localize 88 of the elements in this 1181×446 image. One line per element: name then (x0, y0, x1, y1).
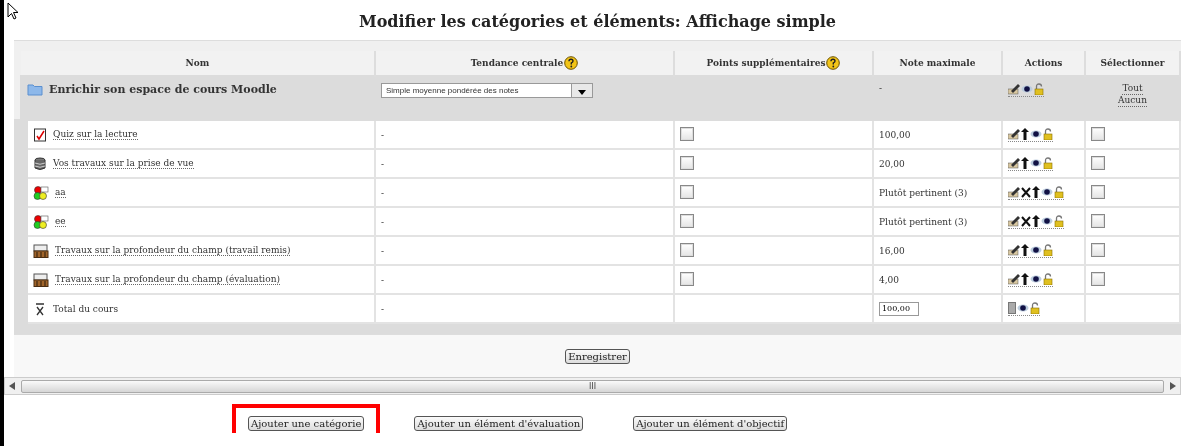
scrollbar-thumb[interactable]: III (21, 379, 1164, 393)
column-label: Actions (1024, 58, 1063, 68)
extra-credit-checkbox[interactable] (680, 126, 694, 141)
lock-icon[interactable] (1043, 243, 1053, 256)
page-title: Modifier les catégories et éléments: Affichage simple (357, 11, 838, 33)
extra-credit-checkbox[interactable] (680, 184, 694, 199)
aggregation-text: - (381, 129, 385, 140)
extra-credit-checkbox[interactable] (680, 155, 694, 170)
total-name: Total du cours (53, 303, 119, 314)
mean-symbol-icon (33, 301, 47, 316)
folder-icon (27, 83, 43, 96)
edit-icon[interactable] (1008, 243, 1020, 256)
move-icon[interactable] (1032, 185, 1040, 198)
column-label: Points supplémentaires (706, 58, 826, 68)
add-button[interactable]: Ajouter un élément d'évaluation (414, 416, 584, 431)
calculator-icon[interactable] (1008, 301, 1016, 314)
scroll-left-icon[interactable] (9, 382, 15, 390)
max-grade: 20,00 (879, 158, 905, 169)
select-checkbox[interactable] (1091, 126, 1105, 141)
traffic-circles-icon (33, 214, 49, 229)
help-icon[interactable] (826, 56, 841, 70)
select-checkbox[interactable] (1091, 184, 1105, 199)
column-label: Note maximale (899, 58, 976, 68)
edit-icon[interactable] (1008, 214, 1020, 227)
add-button[interactable]: Ajouter un élément d'objectif (633, 416, 788, 431)
edit-icon[interactable] (1008, 83, 1020, 95)
grade-item-link[interactable]: aa (55, 187, 66, 198)
max-grade-field[interactable]: 100,00 (879, 301, 919, 316)
lock-icon[interactable] (1030, 301, 1040, 314)
aggregation-text: - (381, 216, 385, 227)
checked-document-icon (33, 127, 47, 142)
column-label: Nom (185, 58, 210, 68)
delete-icon[interactable] (1021, 185, 1031, 198)
delete-icon[interactable] (1021, 214, 1031, 227)
thumb-grip: III (588, 381, 597, 391)
column-label: Sélectionner (1100, 58, 1165, 68)
extra-credit-checkbox[interactable] (680, 242, 694, 257)
database-icon (33, 156, 47, 171)
dropdown-arrow-icon (578, 90, 586, 95)
max-grade: 100,00 (879, 129, 911, 140)
extra-credit-checkbox[interactable] (680, 213, 694, 228)
aggregation-dropdown[interactable]: Simple moyenne pondérée des notes (381, 83, 593, 98)
edit-icon[interactable] (1008, 127, 1020, 140)
assignment-icon (33, 243, 49, 258)
lock-icon[interactable] (1043, 156, 1053, 169)
aggregation-text: - (381, 303, 385, 314)
save-button[interactable]: Enregistrer (565, 348, 630, 364)
help-icon[interactable] (564, 56, 579, 70)
move-icon[interactable] (1021, 127, 1029, 140)
select-checkbox[interactable] (1091, 271, 1105, 286)
eye-icon[interactable] (1021, 83, 1033, 95)
edit-icon[interactable] (1008, 156, 1020, 169)
aggregation-text: - (381, 158, 385, 169)
move-icon[interactable] (1032, 214, 1040, 227)
select-none-link[interactable]: Aucun (1118, 95, 1147, 107)
max-grade: Plutôt pertinent (3) (879, 216, 968, 227)
horizontal-scrollbar[interactable]: III (4, 377, 1181, 395)
aggregation-text: - (381, 187, 385, 198)
max-grade: - (879, 83, 883, 93)
lock-icon[interactable] (1043, 127, 1053, 140)
grade-item-link[interactable]: Vos travaux sur la prise de vue (53, 158, 194, 169)
assignment-icon (33, 272, 49, 287)
lock-icon[interactable] (1054, 214, 1064, 227)
extra-credit-checkbox[interactable] (680, 271, 694, 286)
edit-icon[interactable] (1008, 185, 1020, 198)
add-button[interactable]: Ajouter une catégorie (247, 416, 365, 431)
max-grade: 16,00 (879, 245, 905, 256)
aggregation-text: - (381, 274, 385, 285)
select-all-link[interactable]: Tout (1122, 83, 1143, 95)
lock-icon[interactable] (1043, 272, 1053, 285)
move-icon[interactable] (1021, 156, 1029, 169)
max-grade: Plutôt pertinent (3) (879, 187, 968, 198)
move-icon[interactable] (1021, 272, 1029, 285)
move-icon[interactable] (1021, 243, 1029, 256)
column-label: Tendance centrale (470, 58, 564, 68)
max-grade: 4,00 (879, 274, 900, 285)
grade-item-link[interactable]: ee (55, 216, 66, 227)
mouse-cursor-icon (7, 2, 19, 20)
scroll-right-icon[interactable] (1170, 382, 1176, 390)
lock-icon[interactable] (1054, 185, 1064, 198)
category-name: Enrichir son espace de cours Moodle (49, 83, 277, 96)
select-checkbox[interactable] (1091, 242, 1105, 257)
aggregation-text: - (381, 245, 385, 256)
select-checkbox[interactable] (1091, 213, 1105, 228)
traffic-circles-icon (33, 185, 49, 200)
edit-icon[interactable] (1008, 272, 1020, 285)
grade-item-link[interactable]: Quiz sur la lecture (53, 129, 138, 140)
select-checkbox[interactable] (1091, 155, 1105, 170)
